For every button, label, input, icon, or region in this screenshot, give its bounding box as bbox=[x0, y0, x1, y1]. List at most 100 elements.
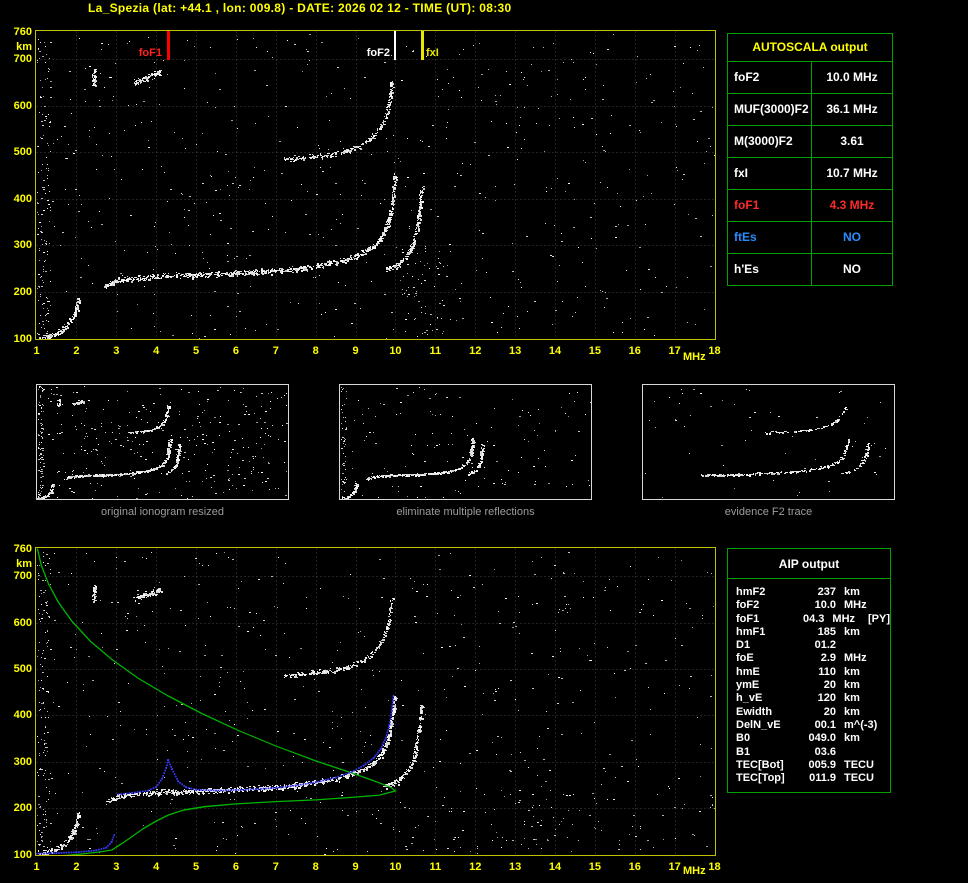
autoscala-row-label: MUF(3000)F2 bbox=[728, 94, 812, 125]
x-tick-label: 3 bbox=[113, 861, 120, 873]
y-tick-label: 400 bbox=[13, 709, 32, 722]
aip-row-note bbox=[882, 706, 884, 719]
x-tick-label: 16 bbox=[628, 861, 641, 873]
aip-row-b0: B0 049.0 km bbox=[736, 732, 890, 745]
autoscala-row-ftes: ftEs NO bbox=[728, 222, 892, 254]
y-axis-unit-bottom: km bbox=[16, 558, 32, 570]
aip-row-unit: km bbox=[844, 732, 860, 745]
aip-row-value: 237 bbox=[817, 586, 836, 598]
aip-row-value: 011.9 bbox=[809, 772, 836, 785]
autoscala-row-value: NO bbox=[843, 262, 861, 276]
aip-row-note bbox=[882, 599, 884, 612]
aip-output-rows: hmF2 237 km foF2 10.0 MHz foF1 04.3 MHz [PY] hmF1 1… bbox=[728, 579, 890, 785]
aip-row-tec-top-: TEC[Top] 011.9 TECU bbox=[736, 772, 890, 785]
y-tick-label: 500 bbox=[13, 663, 32, 676]
aip-row-name: D1 bbox=[736, 639, 751, 652]
aip-row-note bbox=[882, 759, 884, 772]
autoscala-row-value: 3.61 bbox=[840, 134, 864, 148]
x-tick-label: 12 bbox=[469, 861, 482, 873]
autoscala-row-h-es: h'Es NO bbox=[728, 254, 892, 285]
aip-row-value: 2.9 bbox=[820, 652, 836, 665]
thumbnail-original-canvas bbox=[36, 384, 289, 500]
aip-row-name: foF1 bbox=[736, 612, 760, 625]
aip-row-unit: MHz bbox=[832, 612, 856, 625]
x-tick-label: 11 bbox=[429, 345, 442, 357]
aip-row-name: hmE bbox=[736, 665, 760, 678]
x-tick-label: 6 bbox=[232, 861, 239, 873]
x-tick-label: 11 bbox=[429, 861, 442, 873]
y-tick-label: 700 bbox=[13, 53, 32, 66]
autoscala-row-value: 4.3 MHz bbox=[829, 198, 875, 212]
x-tick-label: 3 bbox=[113, 345, 120, 357]
aip-row-name: h_vE bbox=[736, 692, 763, 705]
aip-row-unit: km bbox=[844, 679, 860, 692]
autoscala-row-label: fxI bbox=[728, 158, 812, 189]
aip-row-value: 10.0 bbox=[814, 599, 836, 612]
x-tick-label: 7 bbox=[272, 861, 279, 873]
x-tick-label: 12 bbox=[469, 345, 482, 357]
aip-row-note bbox=[882, 772, 884, 785]
fxI-marker-line bbox=[421, 31, 424, 60]
aip-row-fof2: foF2 10.0 MHz bbox=[736, 599, 890, 612]
aip-row-value: 185 bbox=[817, 625, 836, 638]
aip-row-name: B1 bbox=[736, 745, 751, 758]
aip-row-value: 005.9 bbox=[808, 758, 836, 771]
x-tick-label: 7 bbox=[272, 345, 279, 357]
autoscala-row-label: foF2 bbox=[728, 62, 812, 93]
y-tick-label: 500 bbox=[13, 146, 32, 159]
aip-row-deln-ve: DelN_vE 00.1 m^(-3) bbox=[736, 719, 890, 732]
x-tick-label: 13 bbox=[508, 345, 522, 357]
autoscala-row-value: NO bbox=[843, 230, 861, 244]
x-tick-label: 14 bbox=[548, 861, 562, 873]
thumbnail-f2-trace-canvas bbox=[642, 384, 895, 500]
autoscala-row-fxi: fxI 10.7 MHz bbox=[728, 158, 892, 190]
thumbnail-no-multiples-canvas bbox=[339, 384, 592, 500]
aip-row-note bbox=[882, 692, 884, 705]
autoscala-output-panel: AUTOSCALA output foF2 10.0 MHz MUF(3000)F2… bbox=[727, 33, 893, 286]
aip-row-unit: TECU bbox=[844, 772, 874, 785]
aip-row-unit: km bbox=[844, 705, 860, 718]
x-tick-label: 10 bbox=[389, 345, 402, 357]
foF2-marker-line bbox=[394, 31, 396, 60]
aip-row-name: TEC[Bot] bbox=[736, 758, 784, 771]
aip-row-tec-bot-: TEC[Bot] 005.9 TECU bbox=[736, 759, 890, 772]
autoscala-row-label: h'Es bbox=[728, 254, 812, 285]
aip-row-note bbox=[882, 746, 884, 759]
x-tick-label: 17 bbox=[668, 861, 681, 873]
x-tick-label: 16 bbox=[628, 345, 641, 357]
autoscala-row-value: 10.0 MHz bbox=[826, 70, 878, 84]
autoscala-row-label: ftEs bbox=[728, 222, 812, 253]
y-tick-label: 760 bbox=[13, 25, 32, 38]
y-tick-label: 300 bbox=[13, 239, 32, 252]
y-tick-label: 400 bbox=[13, 192, 32, 205]
x-tick-label: 2 bbox=[73, 861, 80, 873]
y-tick-label: 700 bbox=[13, 570, 32, 583]
aip-row-h-ve: h_vE 120 km bbox=[736, 692, 890, 705]
aip-row-name: TEC[Top] bbox=[736, 772, 785, 785]
aip-row-unit: TECU bbox=[844, 758, 874, 771]
x-tick-label: 15 bbox=[588, 861, 601, 873]
thumbnail-original-caption: original ionogram resized bbox=[101, 506, 224, 518]
autoscala-output-title: AUTOSCALA output bbox=[728, 34, 892, 62]
aip-row-note bbox=[882, 732, 884, 745]
aip-row-note: [PY] bbox=[868, 612, 890, 625]
aip-row-note bbox=[882, 719, 884, 732]
y-tick-label: 200 bbox=[13, 285, 32, 298]
y-tick-label: 600 bbox=[13, 616, 32, 629]
aip-row-ewidth: Ewidth 20 km bbox=[736, 706, 890, 719]
autoscala-row-muf-3000-f2: MUF(3000)F2 36.1 MHz bbox=[728, 94, 892, 126]
aip-row-unit bbox=[836, 746, 882, 759]
aip-output-panel: AIP output hmF2 237 km foF2 10.0 MHz foF1 04.3 M… bbox=[727, 548, 891, 793]
x-tick-label: 9 bbox=[352, 345, 359, 357]
aip-row-note bbox=[882, 666, 884, 679]
top-ionogram-canvas bbox=[35, 30, 716, 340]
autoscala-row-fof1: foF1 4.3 MHz bbox=[728, 190, 892, 222]
aip-row-name: hmF2 bbox=[736, 586, 766, 598]
autoscala-row-label: foF1 bbox=[728, 190, 812, 221]
aip-row-hme: hmE 110 km bbox=[736, 666, 890, 679]
bottom-ionogram-canvas bbox=[35, 547, 716, 856]
aip-row-unit: km bbox=[844, 665, 860, 678]
foF2-marker-label: foF2 bbox=[366, 47, 390, 59]
aip-row-unit: km bbox=[844, 586, 860, 598]
x-tick-label: 2 bbox=[73, 345, 80, 357]
